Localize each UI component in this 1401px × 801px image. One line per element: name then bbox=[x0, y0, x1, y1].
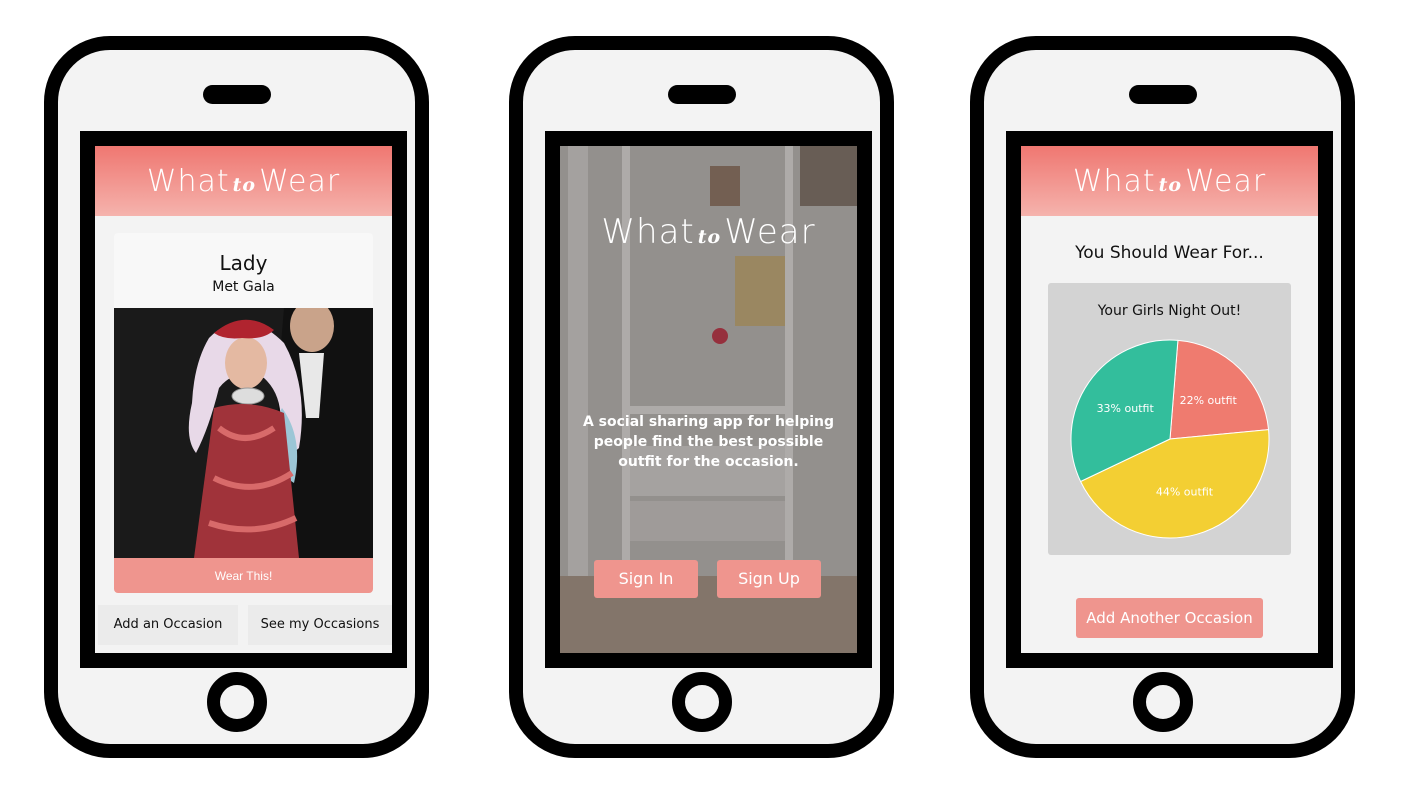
chart-panel: Your Girls Night Out! 22% outfit 44% outf… bbox=[1048, 283, 1291, 555]
home-button[interactable] bbox=[1132, 672, 1193, 732]
sign-up-button[interactable]: Sign Up bbox=[717, 560, 821, 598]
phone-frame-3: What to Wear You Should Wear For... Your G… bbox=[970, 36, 1355, 758]
screen-occasion-card: What to Wear Lady Met Gala Wear This! Ad… bbox=[80, 131, 407, 668]
speaker-slot bbox=[667, 85, 736, 104]
app-header: What to Wear bbox=[95, 146, 392, 216]
outfit-photo[interactable] bbox=[114, 308, 373, 558]
logo-word-to: to bbox=[232, 173, 257, 196]
tab-add-occasion[interactable]: Add an Occasion bbox=[98, 605, 238, 645]
app-tagline: A social sharing app for helping people … bbox=[582, 414, 835, 470]
card-name: Lady bbox=[219, 251, 268, 275]
pie-label-1: 44% outfit bbox=[1156, 485, 1214, 498]
pie-slice-0 bbox=[1169, 339, 1270, 440]
screen-welcome: What toWear A social sharing app for help… bbox=[545, 131, 872, 668]
app-logo: What to Wear bbox=[147, 164, 340, 199]
app-header: What to Wear bbox=[1021, 146, 1318, 216]
app-logo: What to Wear bbox=[1072, 163, 1267, 199]
speaker-slot bbox=[202, 85, 271, 104]
phone-frame-2: What toWear A social sharing app for help… bbox=[509, 36, 894, 758]
logo-word-what: What bbox=[146, 163, 230, 199]
welcome-logo: What toWear bbox=[601, 212, 816, 252]
wear-this-button[interactable]: Wear This! bbox=[114, 558, 373, 593]
pie-label-2: 33% outfit bbox=[1097, 402, 1155, 415]
phone-frame-1: What to Wear Lady Met Gala Wear This! Ad… bbox=[44, 36, 429, 758]
pie-chart: 22% outfit 44% outfit 33% outfit bbox=[1070, 339, 1270, 539]
tab-see-occasions[interactable]: See my Occasions bbox=[248, 605, 392, 645]
card-event: Met Gala bbox=[212, 279, 275, 295]
screen-results: What to Wear You Should Wear For... Your G… bbox=[1006, 131, 1333, 668]
speaker-slot bbox=[1128, 85, 1197, 104]
logo-word-wear: Wear bbox=[259, 163, 341, 199]
sign-in-button[interactable]: Sign In bbox=[594, 560, 698, 598]
pie-label-0: 22% outfit bbox=[1180, 394, 1238, 407]
home-button[interactable] bbox=[206, 672, 267, 732]
home-button[interactable] bbox=[671, 672, 732, 732]
outfit-card: Lady Met Gala Wear This! bbox=[114, 233, 373, 593]
result-title: You Should Wear For... bbox=[1075, 243, 1264, 263]
chart-title: Your Girls Night Out! bbox=[1097, 303, 1242, 319]
add-another-occasion-button[interactable]: Add Another Occasion bbox=[1076, 598, 1263, 638]
